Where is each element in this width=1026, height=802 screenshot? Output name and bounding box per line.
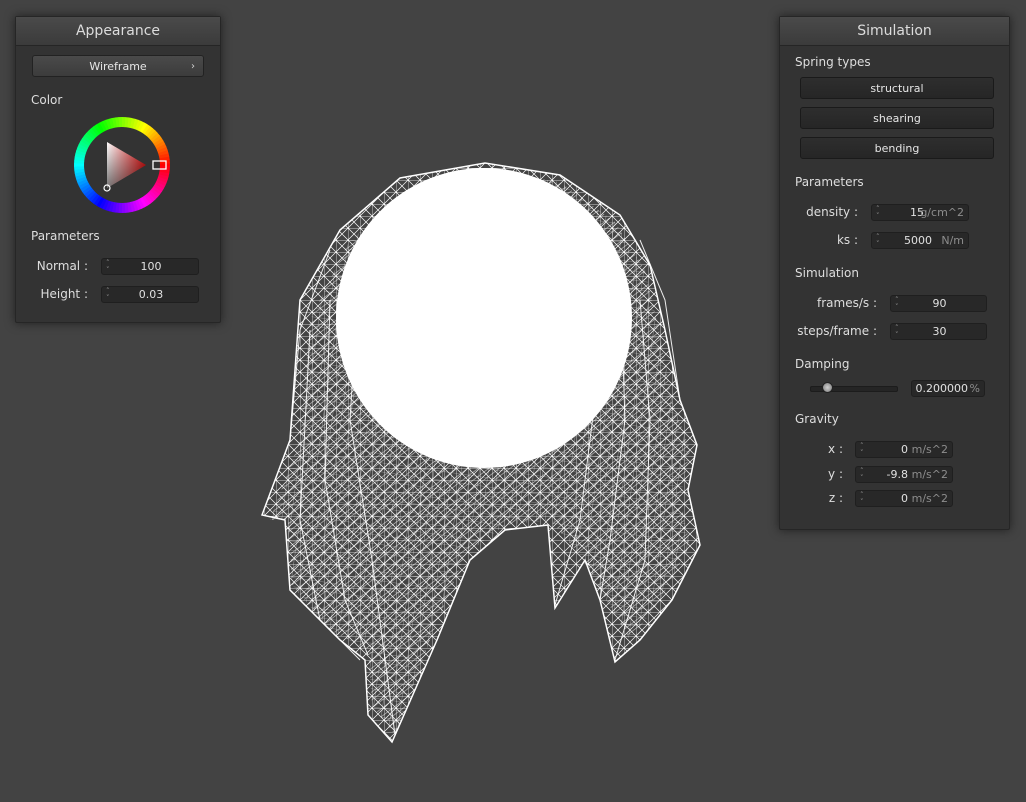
bending-spring-toggle[interactable]: bending: [800, 137, 994, 159]
steps-label: steps/frame :: [797, 324, 877, 338]
gravity-x-input[interactable]: ˄ ˅ 0 m/s^2: [855, 441, 953, 458]
normal-input[interactable]: ˄ ˅ 100: [101, 258, 199, 275]
appearance-panel-title: Appearance: [16, 17, 220, 46]
spinner-arrows-icon[interactable]: ˄ ˅: [860, 443, 864, 457]
gravity-x-label: x :: [828, 442, 843, 456]
damping-input[interactable]: 0.200000 %: [911, 380, 985, 397]
fps-input[interactable]: ˄ ˅ 90: [890, 295, 987, 312]
damping-label: Damping: [795, 357, 850, 371]
spinner-arrows-icon[interactable]: ˄ ˅: [876, 234, 880, 248]
height-label: Height :: [40, 287, 88, 301]
simulation-panel: Simulation Spring types structural shear…: [779, 16, 1010, 530]
steps-input[interactable]: ˄ ˅ 30: [890, 323, 987, 340]
spinner-arrows-icon[interactable]: ˄ ˅: [860, 492, 864, 506]
gravity-label: Gravity: [795, 412, 839, 426]
shearing-spring-toggle[interactable]: shearing: [800, 107, 994, 129]
density-input[interactable]: ˄ ˅ 15 g/cm^2: [871, 204, 969, 221]
color-section-label: Color: [31, 93, 63, 107]
simulation-panel-title: Simulation: [780, 17, 1009, 46]
ks-input[interactable]: ˄ ˅ 5000 N/m: [871, 232, 969, 249]
fps-label: frames/s :: [817, 296, 877, 310]
gravity-y-input[interactable]: ˄ ˅ -9.8 m/s^2: [855, 466, 953, 483]
appearance-panel: Appearance Wireframe › Color Parameters …: [15, 16, 221, 323]
height-input[interactable]: ˄ ˅ 0.03: [101, 286, 199, 303]
structural-spring-toggle[interactable]: structural: [800, 77, 994, 99]
collision-sphere: [336, 168, 632, 468]
chevron-right-icon: ›: [191, 61, 195, 72]
normal-label: Normal :: [36, 259, 88, 273]
spinner-arrows-icon[interactable]: ˄ ˅: [860, 468, 864, 482]
shader-select-button[interactable]: Wireframe ›: [32, 55, 204, 77]
simulation-parameters-label: Parameters: [795, 175, 864, 189]
spinner-arrows-icon[interactable]: ˄ ˅: [876, 206, 880, 220]
gravity-y-label: y :: [828, 467, 843, 481]
spring-types-label: Spring types: [795, 55, 871, 69]
gravity-z-input[interactable]: ˄ ˅ 0 m/s^2: [855, 490, 953, 507]
appearance-parameters-label: Parameters: [31, 229, 100, 243]
shader-select-label: Wireframe: [89, 60, 147, 73]
color-wheel[interactable]: [74, 117, 170, 213]
simulation-section-label: Simulation: [795, 266, 859, 280]
density-label: density :: [806, 205, 858, 219]
ks-label: ks :: [836, 233, 858, 247]
gravity-z-label: z :: [828, 491, 843, 505]
